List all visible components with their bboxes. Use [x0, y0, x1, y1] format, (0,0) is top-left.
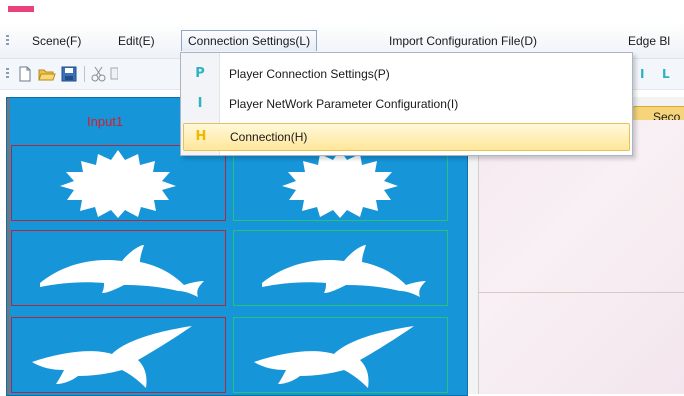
- menu-item-label: Connection(H): [230, 130, 308, 144]
- dolphin-shape-icon: [262, 245, 426, 297]
- menu-item-player-connection-settings[interactable]: P Player Connection Settings(P): [183, 61, 628, 87]
- input-title: Input1: [87, 114, 124, 129]
- toolbar-grip-icon: [6, 68, 9, 80]
- dolphin-shape-icon: [40, 245, 204, 297]
- menu-edit[interactable]: Edit(E): [112, 32, 161, 50]
- menu-item-player-network-parameter-configuration[interactable]: I Player NetWork Parameter Configuration…: [183, 91, 628, 117]
- burst-shape-icon: [60, 150, 176, 218]
- bird-shape-icon: [32, 326, 192, 388]
- input-cell-dolphin-2[interactable]: [233, 230, 448, 306]
- toolbar-icon-l[interactable]: L: [662, 67, 670, 81]
- connection-icon: H: [195, 129, 207, 144]
- save-icon[interactable]: [60, 65, 78, 83]
- copy-icon[interactable]: [110, 65, 118, 83]
- canvas-grid-line: [478, 292, 684, 293]
- new-file-icon[interactable]: [16, 65, 34, 83]
- output-canvas[interactable]: [478, 120, 684, 394]
- menubar-grip-icon: [6, 35, 9, 47]
- burst-shape-icon: [282, 150, 398, 218]
- bird-shape-icon: [254, 326, 414, 388]
- menu-import-configuration-file[interactable]: Import Configuration File(D): [383, 32, 543, 50]
- menu-item-label: Player NetWork Parameter Configuration(I…: [229, 97, 459, 111]
- toolbar-separator: [84, 66, 85, 82]
- connection-settings-dropdown: P Player Connection Settings(P) I Player…: [180, 52, 633, 156]
- menu-connection-settings[interactable]: Connection Settings(L): [181, 30, 318, 51]
- input-cell-dolphin[interactable]: [11, 230, 226, 306]
- input-cell-burst-2[interactable]: [233, 145, 448, 221]
- player-connection-icon: P: [195, 66, 205, 81]
- menu-item-connection[interactable]: H Connection(H): [183, 123, 630, 151]
- menu-scene[interactable]: Scene(F): [26, 32, 87, 50]
- input-cell-bird-2[interactable]: [233, 317, 448, 393]
- menu-item-label: Player Connection Settings(P): [229, 67, 390, 81]
- title-bar: [0, 0, 684, 22]
- input-cell-bird[interactable]: [11, 317, 226, 393]
- cut-icon[interactable]: [90, 65, 108, 83]
- input-cell-burst[interactable]: [11, 145, 226, 221]
- menu-edge-blending[interactable]: Edge Bl: [622, 32, 676, 50]
- open-folder-icon[interactable]: [38, 65, 56, 83]
- network-parameter-icon: I: [197, 96, 203, 111]
- toolbar-icon-i[interactable]: I: [640, 67, 644, 81]
- panel-edge: [7, 98, 10, 395]
- app-logo-icon: [8, 6, 34, 12]
